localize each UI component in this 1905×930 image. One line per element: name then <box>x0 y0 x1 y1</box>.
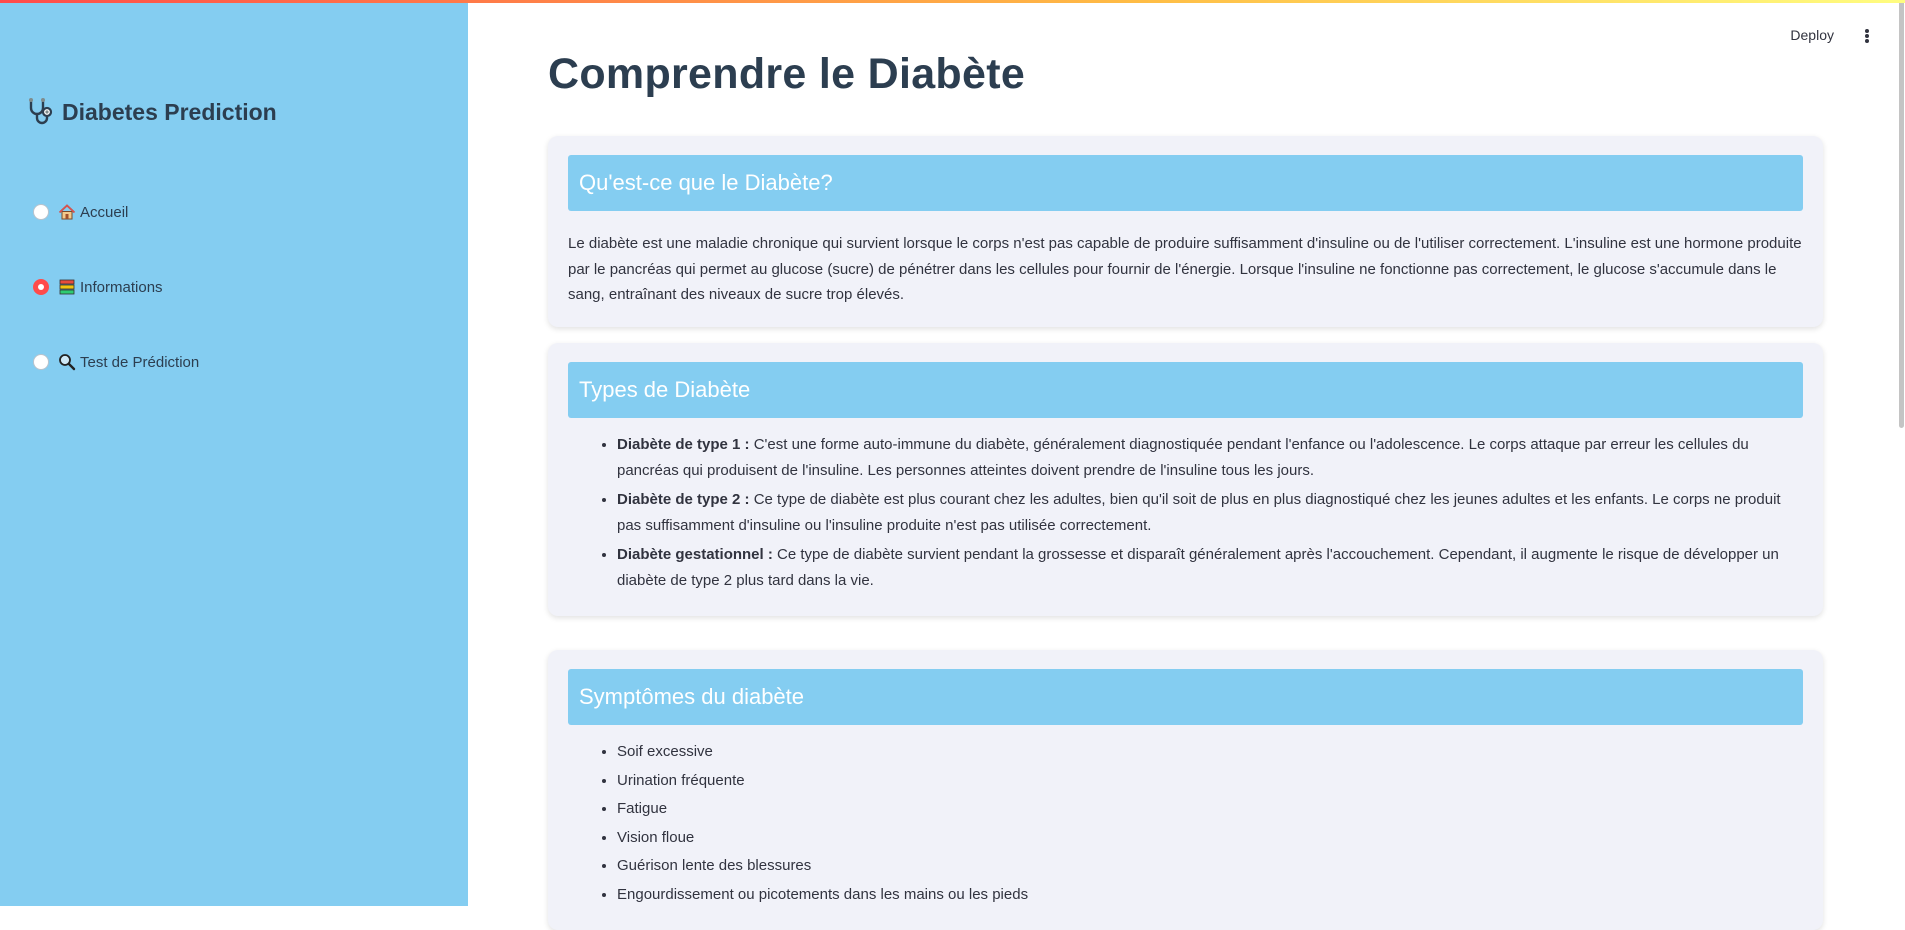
more-menu-icon[interactable] <box>1859 27 1875 45</box>
list-item-desc: Ce type de diabète est plus courant chez… <box>617 491 1781 534</box>
sidebar-item-label: Accueil <box>80 203 129 221</box>
list-item: Vision floue <box>617 825 1803 851</box>
list-item: Fatigue <box>617 796 1803 822</box>
sidebar-item-accueil[interactable]: Accueil <box>33 198 199 226</box>
list-item-term: Diabète de type 1 : <box>617 436 750 453</box>
books-icon <box>58 278 76 296</box>
house-icon <box>58 203 76 221</box>
list-item: Diabète gestationnel : Ce type de diabèt… <box>617 542 1803 593</box>
card-heading: Qu'est-ce que le Diabète? <box>568 155 1803 211</box>
list-item: Soif excessive <box>617 739 1803 765</box>
page-title: Comprendre le Diabète <box>548 50 1026 98</box>
list-item: Engourdissement ou picotements dans les … <box>617 882 1803 908</box>
list-item: Guérison lente des blessures <box>617 853 1803 879</box>
card-heading: Symptômes du diabète <box>568 669 1803 725</box>
list-item-term: Diabète gestationnel : <box>617 546 773 563</box>
card-symptoms: Symptômes du diabète Soif excessive Urin… <box>548 650 1823 930</box>
list-item: Diabète de type 2 : Ce type de diabète e… <box>617 487 1803 538</box>
scrollbar-thumb[interactable] <box>1899 0 1904 428</box>
card-what-is-diabetes: Qu'est-ce que le Diabète? Le diabète est… <box>548 136 1823 327</box>
sidebar-item-test-prediction[interactable]: Test de Prédiction <box>33 348 199 376</box>
sidebar-brand: Diabetes Prediction <box>24 97 277 127</box>
list-item: Diabète de type 1 : C'est une forme auto… <box>617 432 1803 483</box>
list-item-desc: Ce type de diabète survient pendant la g… <box>617 546 1779 589</box>
radio-informations[interactable] <box>33 279 49 295</box>
sidebar-title: Diabetes Prediction <box>62 98 277 125</box>
radio-test-prediction[interactable] <box>33 354 49 370</box>
list-item: Urination fréquente <box>617 768 1803 794</box>
sidebar-item-label: Test de Prédiction <box>80 353 200 371</box>
stethoscope-icon <box>24 97 54 127</box>
scrollbar[interactable] <box>1897 0 1905 906</box>
card-heading: Types de Diabète <box>568 362 1803 418</box>
card-paragraph: Le diabète est une maladie chronique qui… <box>568 235 1802 303</box>
list-item-term: Diabète de type 2 : <box>617 491 750 508</box>
card-diabetes-types: Types de Diabète Diabète de type 1 : C'e… <box>548 343 1823 616</box>
main-content: Deploy Comprendre le Diabète Qu'est-ce q… <box>468 0 1905 930</box>
sidebar-item-informations[interactable]: Informations <box>33 273 199 301</box>
sidebar-nav: Accueil Informations Test de Prédiction <box>33 198 199 423</box>
radio-accueil[interactable] <box>33 204 49 220</box>
sidebar-item-label: Informations <box>80 278 163 296</box>
list-item-desc: C'est une forme auto-immune du diabète, … <box>617 436 1749 479</box>
magnifier-icon <box>58 353 76 371</box>
types-list: Diabète de type 1 : C'est une forme auto… <box>568 432 1803 593</box>
top-decoration-bar <box>0 0 1905 3</box>
sidebar: Diabetes Prediction Accueil Informations… <box>0 0 468 906</box>
symptoms-list: Soif excessive Urination fréquente Fatig… <box>568 739 1803 907</box>
deploy-button[interactable]: Deploy <box>1790 27 1834 43</box>
